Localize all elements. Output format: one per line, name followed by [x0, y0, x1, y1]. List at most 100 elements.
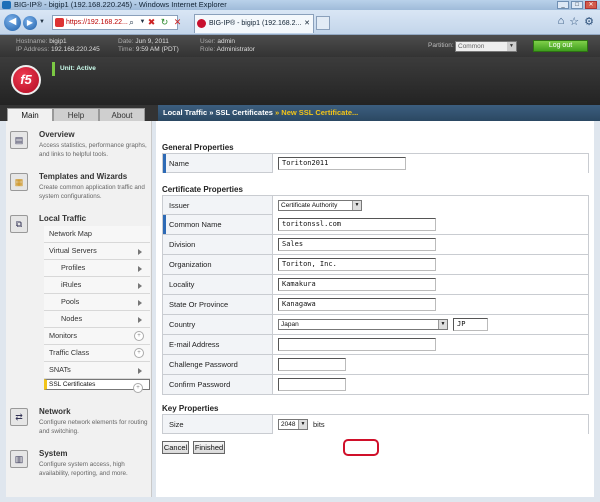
breadcrumb-current: New SSL Certificate... — [281, 108, 359, 117]
confirm-password-input[interactable] — [278, 378, 346, 391]
maximize-icon[interactable]: □ — [571, 1, 583, 9]
history-dropdown-icon[interactable]: ▼ — [39, 19, 45, 25]
browser-tab[interactable]: BIG-IP® - bigip1 (192.168.2... ✕ — [194, 14, 314, 33]
certificate-error-badge-icon[interactable]: ✖ — [146, 16, 157, 28]
back-icon[interactable]: ◀ — [4, 14, 21, 31]
tabs-row: Main Help About Local Traffic » SSL Cert… — [0, 105, 600, 121]
nav-pools[interactable]: Pools — [44, 294, 150, 311]
expand-arrow-icon — [138, 266, 142, 272]
tools-icon[interactable]: ⚙ — [584, 15, 594, 28]
size-unit: bits — [313, 420, 325, 429]
forward-icon[interactable]: ▶ — [23, 16, 37, 30]
nav-ssl-certificates[interactable]: SSL Certificates + — [44, 379, 150, 393]
chevron-down-icon: ▼ — [298, 420, 307, 429]
nav-snats[interactable]: SNATs — [44, 362, 150, 379]
nav-network-map[interactable]: Network Map — [44, 226, 150, 243]
row-challenge-password: Challenge Password — [162, 355, 589, 375]
finished-button[interactable]: Finished — [193, 441, 225, 454]
general-properties-heading: General Properties — [162, 143, 234, 152]
window-controls: _ □ ✕ — [557, 1, 597, 9]
f5-favicon-icon — [197, 19, 206, 28]
row-state: State Or Province Kanagawa — [162, 295, 589, 315]
brand-header: f5 Unit: Active — [0, 57, 600, 105]
chevron-down-icon: ▼ — [352, 201, 361, 210]
system-icon: ▥ — [10, 450, 28, 468]
tab-help[interactable]: Help — [53, 108, 99, 121]
issuer-select[interactable]: Certificate Authority ▼ — [278, 200, 362, 211]
favorites-icon[interactable]: ☆ — [569, 15, 579, 28]
role: Administrator — [216, 46, 255, 53]
nav-system[interactable]: ▥ System Configure system access, high a… — [6, 447, 152, 489]
overview-icon: ▤ — [10, 131, 28, 149]
breadcrumb-ssl-certificates[interactable]: SSL Certificates — [216, 108, 273, 117]
nav-traffic-class[interactable]: Traffic Class + — [44, 345, 150, 362]
time: 9:59 AM (PDT) — [135, 46, 179, 53]
nav-templates-wizards[interactable]: ▦ Templates and Wizards Create common ap… — [6, 169, 152, 209]
common-name-input[interactable]: toritonssl.com — [278, 218, 436, 231]
add-icon[interactable]: + — [134, 348, 144, 358]
ip-address: 192.168.220.245 — [50, 46, 100, 53]
device-info-bar: Hostname: bigip1 IP Address: 192.168.220… — [0, 35, 600, 57]
finished-highlight — [343, 439, 379, 456]
date: Jun 9, 2011 — [135, 38, 169, 45]
nav-irules[interactable]: iRules — [44, 277, 150, 294]
new-tab-button[interactable] — [316, 16, 330, 30]
search-icon[interactable]: ⌕ — [126, 16, 137, 28]
organization-input[interactable]: Toriton, Inc. — [278, 258, 436, 271]
challenge-password-input[interactable] — [278, 358, 346, 371]
left-navigation: ▤ Overview Access statistics, performanc… — [6, 121, 152, 497]
tab-about[interactable]: About — [99, 108, 145, 121]
tab-title: BIG-IP® - bigip1 (192.168.2... — [209, 20, 302, 27]
cancel-button[interactable]: Cancel — [162, 441, 189, 454]
key-properties-heading: Key Properties — [162, 404, 219, 413]
logout-button[interactable]: Log out — [533, 40, 588, 52]
expand-arrow-icon — [138, 283, 142, 289]
add-icon[interactable]: + — [134, 331, 144, 341]
row-size: Size 2048 ▼ bits — [162, 414, 589, 434]
name-input[interactable]: Toriton2011 — [278, 157, 406, 170]
row-name: Name Toriton2011 — [162, 153, 589, 173]
user: admin — [217, 38, 236, 45]
browser-toolbar: ◀ ▶ ▼ https://192.168.22... ⌕ ▼ ✖ ↻ ✕ BI… — [0, 10, 600, 35]
expand-arrow-icon — [138, 249, 142, 255]
refresh-icon[interactable]: ↻ — [159, 16, 170, 28]
certificate-error-icon — [55, 18, 64, 27]
nav-nodes[interactable]: Nodes — [44, 311, 150, 328]
nav-virtual-servers[interactable]: Virtual Servers — [44, 243, 150, 260]
breadcrumb-local-traffic[interactable]: Local Traffic — [163, 108, 207, 117]
add-icon[interactable]: + — [133, 383, 143, 393]
status-bar — [0, 497, 600, 502]
window-title: BIG-IP® - bigip1 (192.168.220.245) - Win… — [14, 0, 227, 9]
network-icon: ⇄ — [10, 408, 28, 426]
stop-icon[interactable]: ✕ — [172, 16, 183, 28]
row-locality: Locality Kamakura — [162, 275, 589, 295]
division-input[interactable]: Sales — [278, 238, 436, 251]
close-tab-icon[interactable]: ✕ — [304, 15, 310, 33]
email-input[interactable] — [278, 338, 436, 351]
certificate-properties-heading: Certificate Properties — [162, 185, 243, 194]
nav-profiles[interactable]: Profiles — [44, 260, 150, 277]
chevron-down-icon: ▼ — [438, 320, 447, 329]
clipboard-icon: ▦ — [10, 173, 28, 191]
ie-logo-icon — [2, 1, 11, 9]
expand-arrow-icon — [138, 300, 142, 306]
partition-select[interactable]: Common ▼ — [455, 41, 517, 52]
key-size-select[interactable]: 2048 ▼ — [278, 419, 308, 430]
row-confirm-password: Confirm Password — [162, 375, 589, 395]
nav-network[interactable]: ⇄ Network Configure network elements for… — [6, 405, 152, 441]
row-email: E-mail Address — [162, 335, 589, 355]
close-window-icon[interactable]: ✕ — [585, 1, 597, 9]
home-icon[interactable]: ⌂ — [558, 15, 565, 28]
nav-monitors[interactable]: Monitors + — [44, 328, 150, 345]
country-code-input[interactable]: JP — [453, 318, 488, 331]
unit-status: Unit: Active — [52, 62, 96, 76]
state-input[interactable]: Kanagawa — [278, 298, 436, 311]
minimize-icon[interactable]: _ — [557, 1, 569, 9]
country-select[interactable]: Japan ▼ — [278, 319, 448, 330]
locality-input[interactable]: Kamakura — [278, 278, 436, 291]
window-title-bar: BIG-IP® - bigip1 (192.168.220.245) - Win… — [0, 0, 600, 10]
nav-overview[interactable]: ▤ Overview Access statistics, performanc… — [6, 127, 152, 171]
partition-label: Partition: — [428, 42, 454, 49]
tab-main[interactable]: Main — [7, 108, 53, 121]
main-content: General Properties Name Toriton2011 Cert… — [152, 121, 594, 497]
